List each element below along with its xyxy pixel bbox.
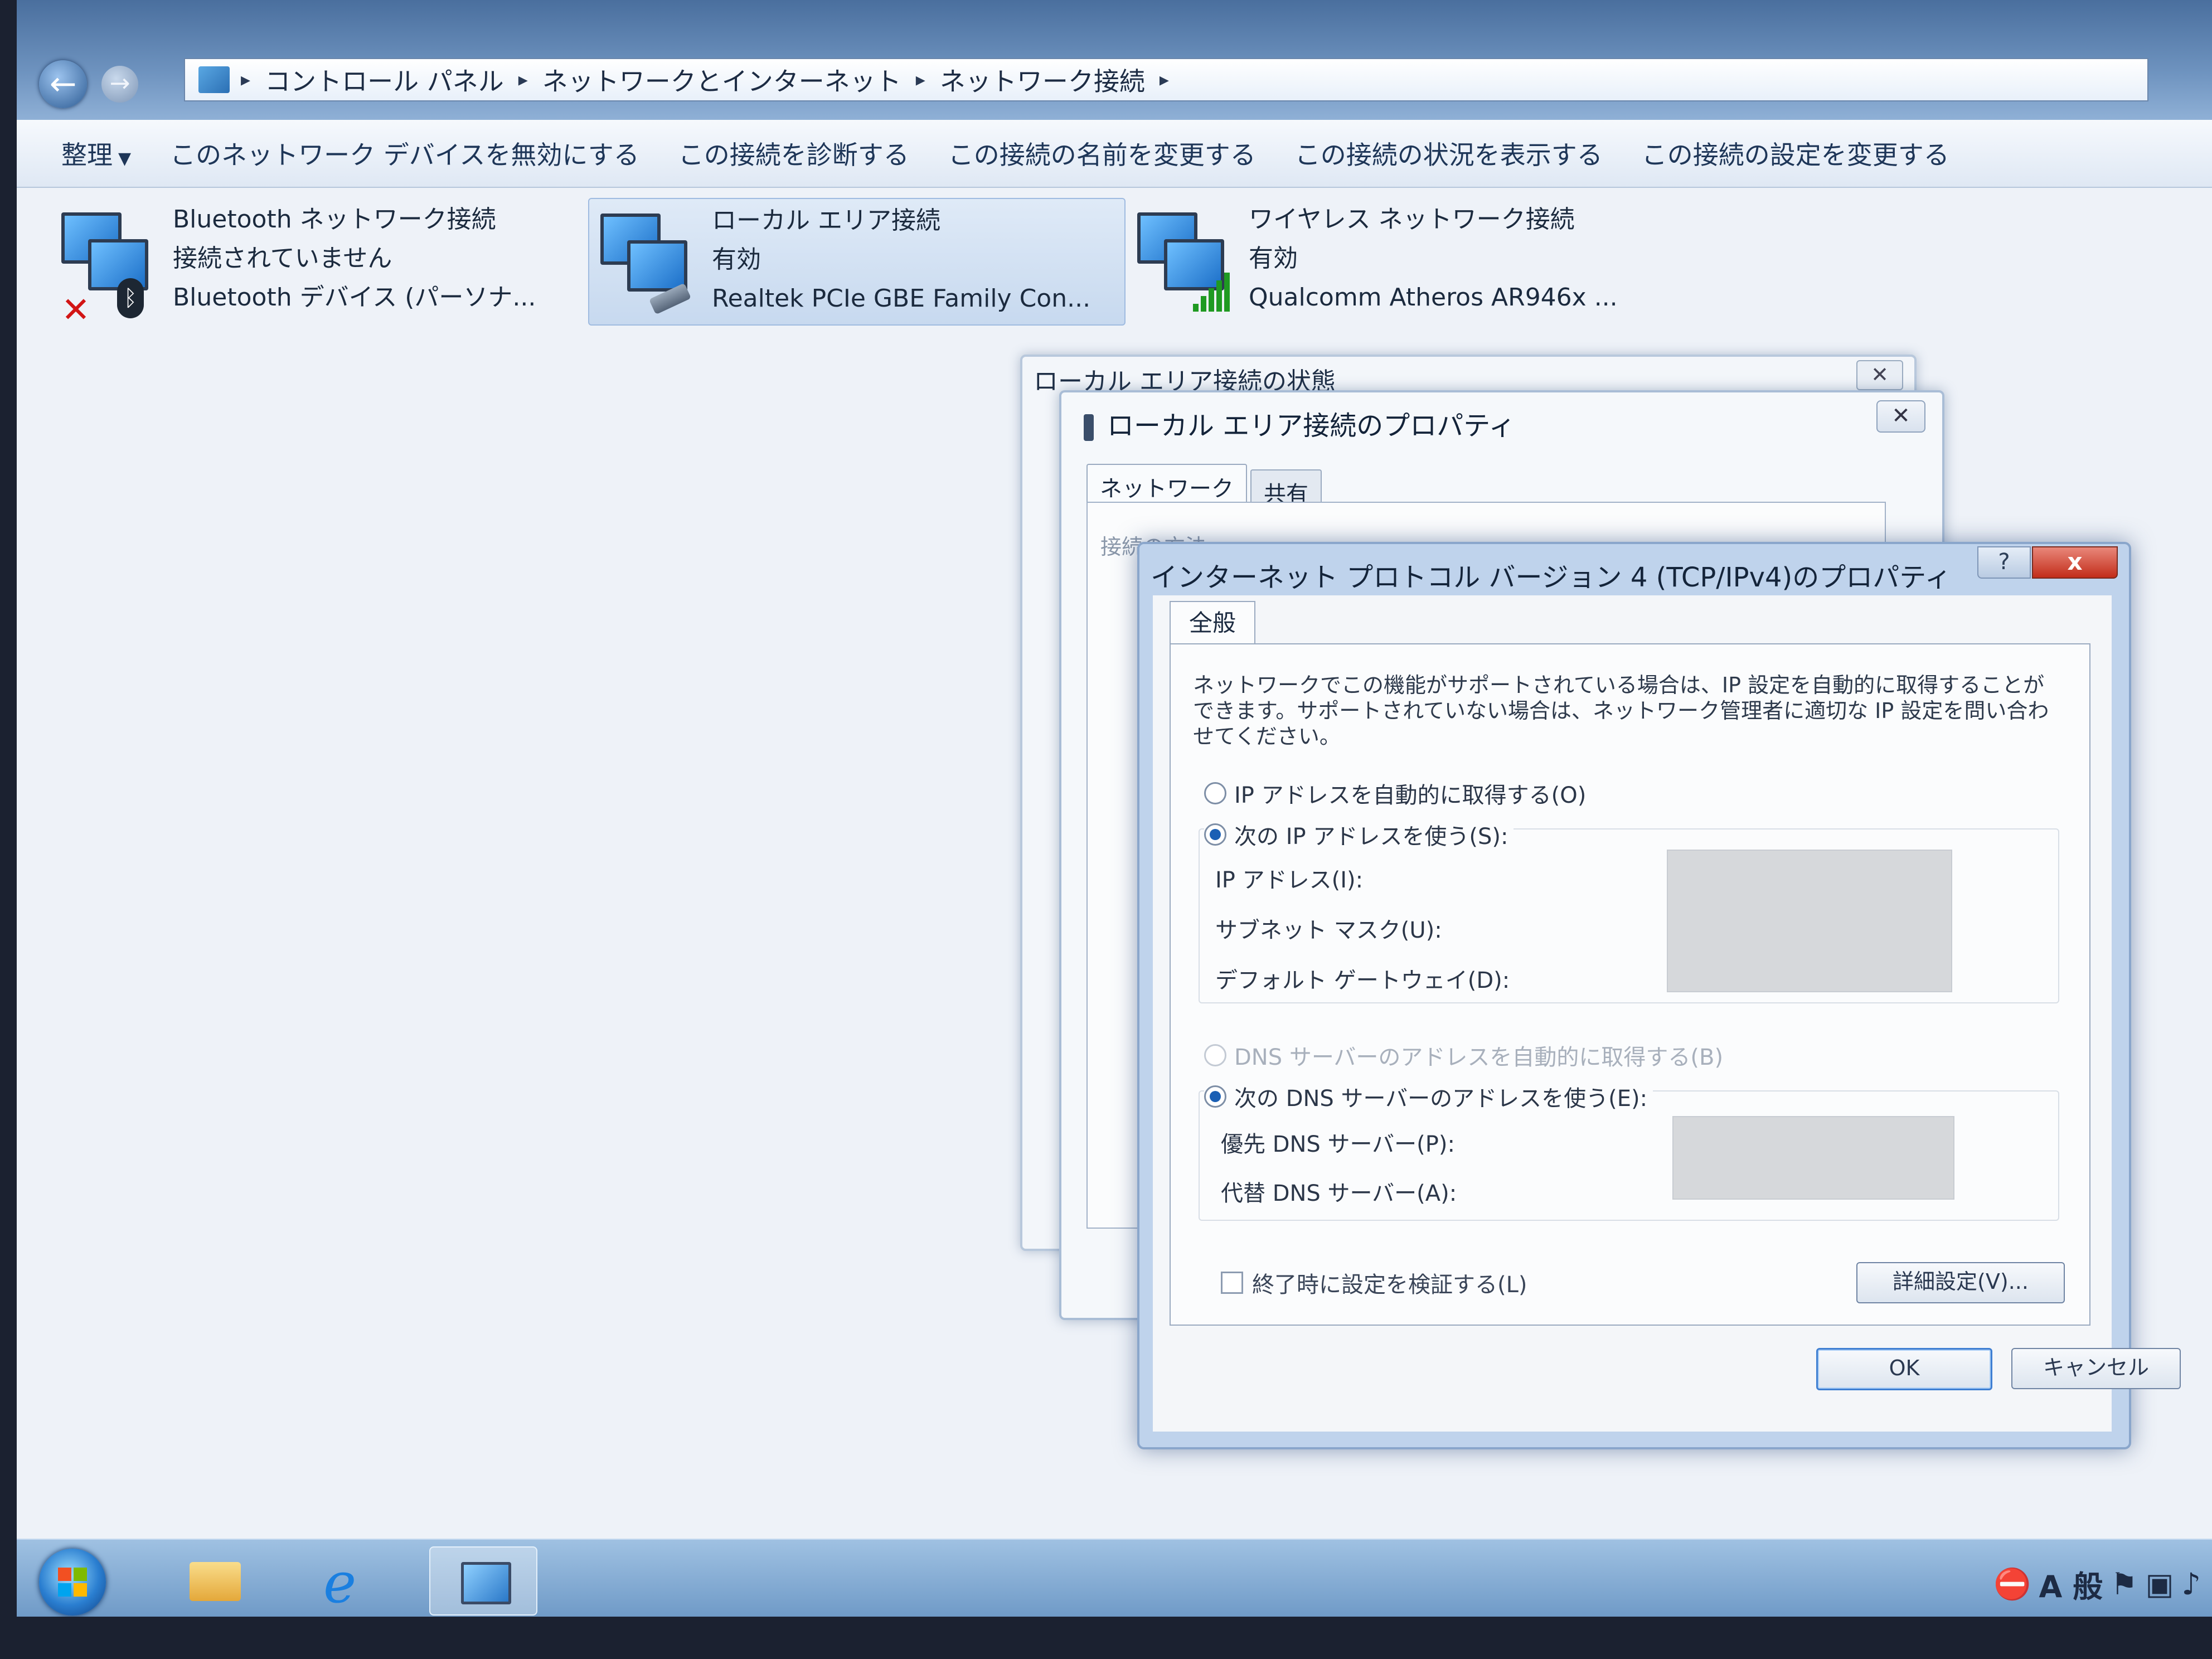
dns-manual-radio[interactable]: 次の DNS サーバーのアドレスを使う(E): (1204, 1080, 1653, 1113)
view-status-button[interactable]: この接続の状況を表示する (1256, 135, 1603, 172)
close-icon[interactable]: ✕ (1856, 360, 1903, 390)
network-icon (461, 1562, 511, 1604)
connection-status: 接続されていません (173, 244, 392, 273)
network-connections-taskbar-button[interactable] (429, 1546, 537, 1616)
dns-fields-redacted[interactable] (1672, 1116, 1954, 1200)
chevron-down-icon: ▼ (118, 149, 132, 168)
explorer-taskbar-button[interactable] (178, 1546, 251, 1613)
breadcrumb-control-panel[interactable]: コントロール パネル (265, 61, 504, 98)
network-computer-icon (1137, 206, 1232, 317)
connection-local-area[interactable]: ローカル エリア接続 有効 Realtek PCIe GBE Family Co… (588, 198, 1126, 326)
close-button[interactable]: x (2032, 546, 2118, 579)
breadcrumb-separator-icon[interactable]: ▸ (241, 69, 250, 91)
security-alert-icon[interactable]: ⛔ (1993, 1566, 2031, 1602)
radio-button[interactable] (1204, 1085, 1226, 1108)
explorer-address-area: ← → ▸ コントロール パネル ▸ ネットワークとインターネット ▸ ネットワ… (17, 0, 2212, 120)
breadcrumb-network-internet[interactable]: ネットワークとインターネット (542, 61, 901, 98)
connection-device: Realtek PCIe GBE Family Con... (712, 284, 1091, 313)
radio-button[interactable] (1204, 1044, 1226, 1066)
ip-manual-radio[interactable]: 次の IP アドレスを使う(S): (1204, 818, 1514, 851)
help-button[interactable]: ? (1977, 546, 2031, 579)
internet-explorer-icon: e (323, 1550, 357, 1616)
organize-menu[interactable]: 整理 ▼ (17, 135, 131, 172)
system-tray: ⛔ A 般 ⚑ ▣ ♪ (1986, 1562, 2201, 1606)
general-panel: ネットワークでこの機能がサポートされている場合は、IP 設定を自動的に取得するこ… (1170, 643, 2090, 1326)
connection-status: 有効 (1249, 244, 1298, 273)
breadcrumb-separator-icon[interactable]: ▸ (518, 69, 528, 91)
taskbar: e ⛔ A 般 ⚑ ▣ ♪ (17, 1539, 2212, 1617)
description-text: ネットワークでこの機能がサポートされている場合は、IP 設定を自動的に取得するこ… (1193, 673, 2049, 749)
preferred-dns-label: 優先 DNS サーバー(P): (1221, 1132, 1455, 1157)
breadcrumb-separator-icon[interactable]: ▸ (1160, 69, 1169, 91)
dns-manual-label: 次の DNS サーバーのアドレスを使う(E): (1234, 1086, 1648, 1112)
bluetooth-icon: ᛒ (117, 278, 144, 318)
ip-auto-label: IP アドレスを自動的に取得する(O) (1234, 783, 1587, 808)
ipv4-dialog-title: インターネット プロトコル バージョン 4 (TCP/IPv4)のプロパティ (1151, 562, 1952, 593)
network-computer-icon (600, 207, 695, 318)
ipv4-properties-dialog: インターネット プロトコル バージョン 4 (TCP/IPv4)のプロパティ ?… (1137, 542, 2181, 1449)
address-bar[interactable]: ▸ コントロール パネル ▸ ネットワークとインターネット ▸ ネットワーク接続… (184, 58, 2148, 101)
cancel-button[interactable]: キャンセル (2011, 1348, 2181, 1389)
status-dialog-title: ローカル エリア接続の状態 (1034, 367, 1336, 395)
ip-auto-radio[interactable]: IP アドレスを自動的に取得する(O) (1204, 777, 1586, 809)
internet-explorer-taskbar-button[interactable]: e (312, 1546, 385, 1613)
connection-status: 有効 (712, 245, 761, 274)
connection-wireless[interactable]: ワイヤレス ネットワーク接続 有効 Qualcomm Atheros AR946… (1126, 198, 1650, 323)
properties-dialog-title: ローカル エリア接続のプロパティ (1107, 410, 1516, 442)
diagnose-button[interactable]: この接続を診断する (639, 135, 909, 172)
ime-indicator[interactable]: A 般 (2039, 1562, 2103, 1606)
network-tray-icon[interactable]: ▣ (2146, 1566, 2174, 1602)
ok-button[interactable]: OK (1816, 1348, 1992, 1390)
start-button[interactable] (39, 1549, 106, 1616)
validate-on-exit-label: 終了時に設定を検証する(L) (1252, 1272, 1527, 1298)
flag-icon[interactable]: ⚑ (2111, 1566, 2137, 1602)
default-gateway-label: デフォルト ゲートウェイ(D): (1215, 968, 1510, 993)
connection-device: Qualcomm Atheros AR946x ... (1249, 283, 1618, 312)
wifi-signal-icon (1193, 273, 1232, 312)
network-computer-icon: ✕ ᛒ (61, 206, 156, 330)
folder-icon (190, 1562, 241, 1601)
ipv4-dialog-client: 全般 ネットワークでこの機能がサポートされている場合は、IP 設定を自動的に取得… (1153, 595, 2181, 1432)
subnet-mask-label: サブネット マスク(U): (1215, 918, 1442, 943)
network-plug-icon (1084, 414, 1094, 441)
close-icon[interactable]: ✕ (1876, 400, 1925, 433)
radio-button[interactable] (1204, 782, 1226, 804)
breadcrumb-network-connections[interactable]: ネットワーク接続 (940, 61, 1145, 98)
advanced-button[interactable]: 詳細設定(V)... (1856, 1262, 2065, 1303)
connection-bluetooth[interactable]: ✕ ᛒ Bluetooth ネットワーク接続 接続されていません Bluetoo… (50, 198, 574, 330)
control-panel-icon (198, 66, 230, 93)
back-button[interactable]: ← (39, 60, 87, 108)
rename-button[interactable]: この接続の名前を変更する (909, 135, 1256, 172)
change-settings-button[interactable]: この接続の設定を変更する (1603, 135, 1949, 172)
disable-device-button[interactable]: このネットワーク デバイスを無効にする (131, 135, 639, 172)
disconnected-x-icon: ✕ (61, 289, 90, 330)
connection-name: ワイヤレス ネットワーク接続 (1249, 205, 1575, 234)
ip-address-label: IP アドレス(I): (1215, 867, 1364, 893)
properties-dialog-title-bar: ローカル エリア接続のプロパティ (1084, 404, 1515, 443)
breadcrumb-separator-icon[interactable]: ▸ (916, 69, 925, 91)
alternate-dns-label: 代替 DNS サーバー(A): (1221, 1181, 1457, 1206)
ip-address-fields-redacted[interactable] (1667, 850, 1952, 992)
dns-auto-label: DNS サーバーのアドレスを自動的に取得する(B) (1234, 1045, 1724, 1070)
radio-button[interactable] (1204, 823, 1226, 846)
validate-on-exit-checkbox[interactable]: 終了時に設定を検証する(L) (1221, 1267, 1527, 1299)
forward-button[interactable]: → (101, 66, 138, 103)
dns-auto-radio[interactable]: DNS サーバーのアドレスを自動的に取得する(B) (1204, 1039, 1723, 1071)
checkbox[interactable] (1221, 1272, 1243, 1294)
ip-manual-label: 次の IP アドレスを使う(S): (1234, 824, 1508, 850)
connection-name: ローカル エリア接続 (712, 206, 940, 235)
organize-label: 整理 (61, 140, 113, 170)
volume-icon[interactable]: ♪ (2182, 1566, 2201, 1602)
connection-name: Bluetooth ネットワーク接続 (173, 205, 496, 234)
tab-general[interactable]: 全般 (1170, 601, 1255, 644)
windows-logo-icon (58, 1568, 87, 1597)
desktop-screen: ← → ▸ コントロール パネル ▸ ネットワークとインターネット ▸ ネットワ… (17, 0, 2212, 1617)
command-toolbar: 整理 ▼ このネットワーク デバイスを無効にする この接続を診断する この接続の名… (17, 120, 2212, 188)
connection-device: Bluetooth デバイス (パーソナ... (173, 283, 536, 312)
